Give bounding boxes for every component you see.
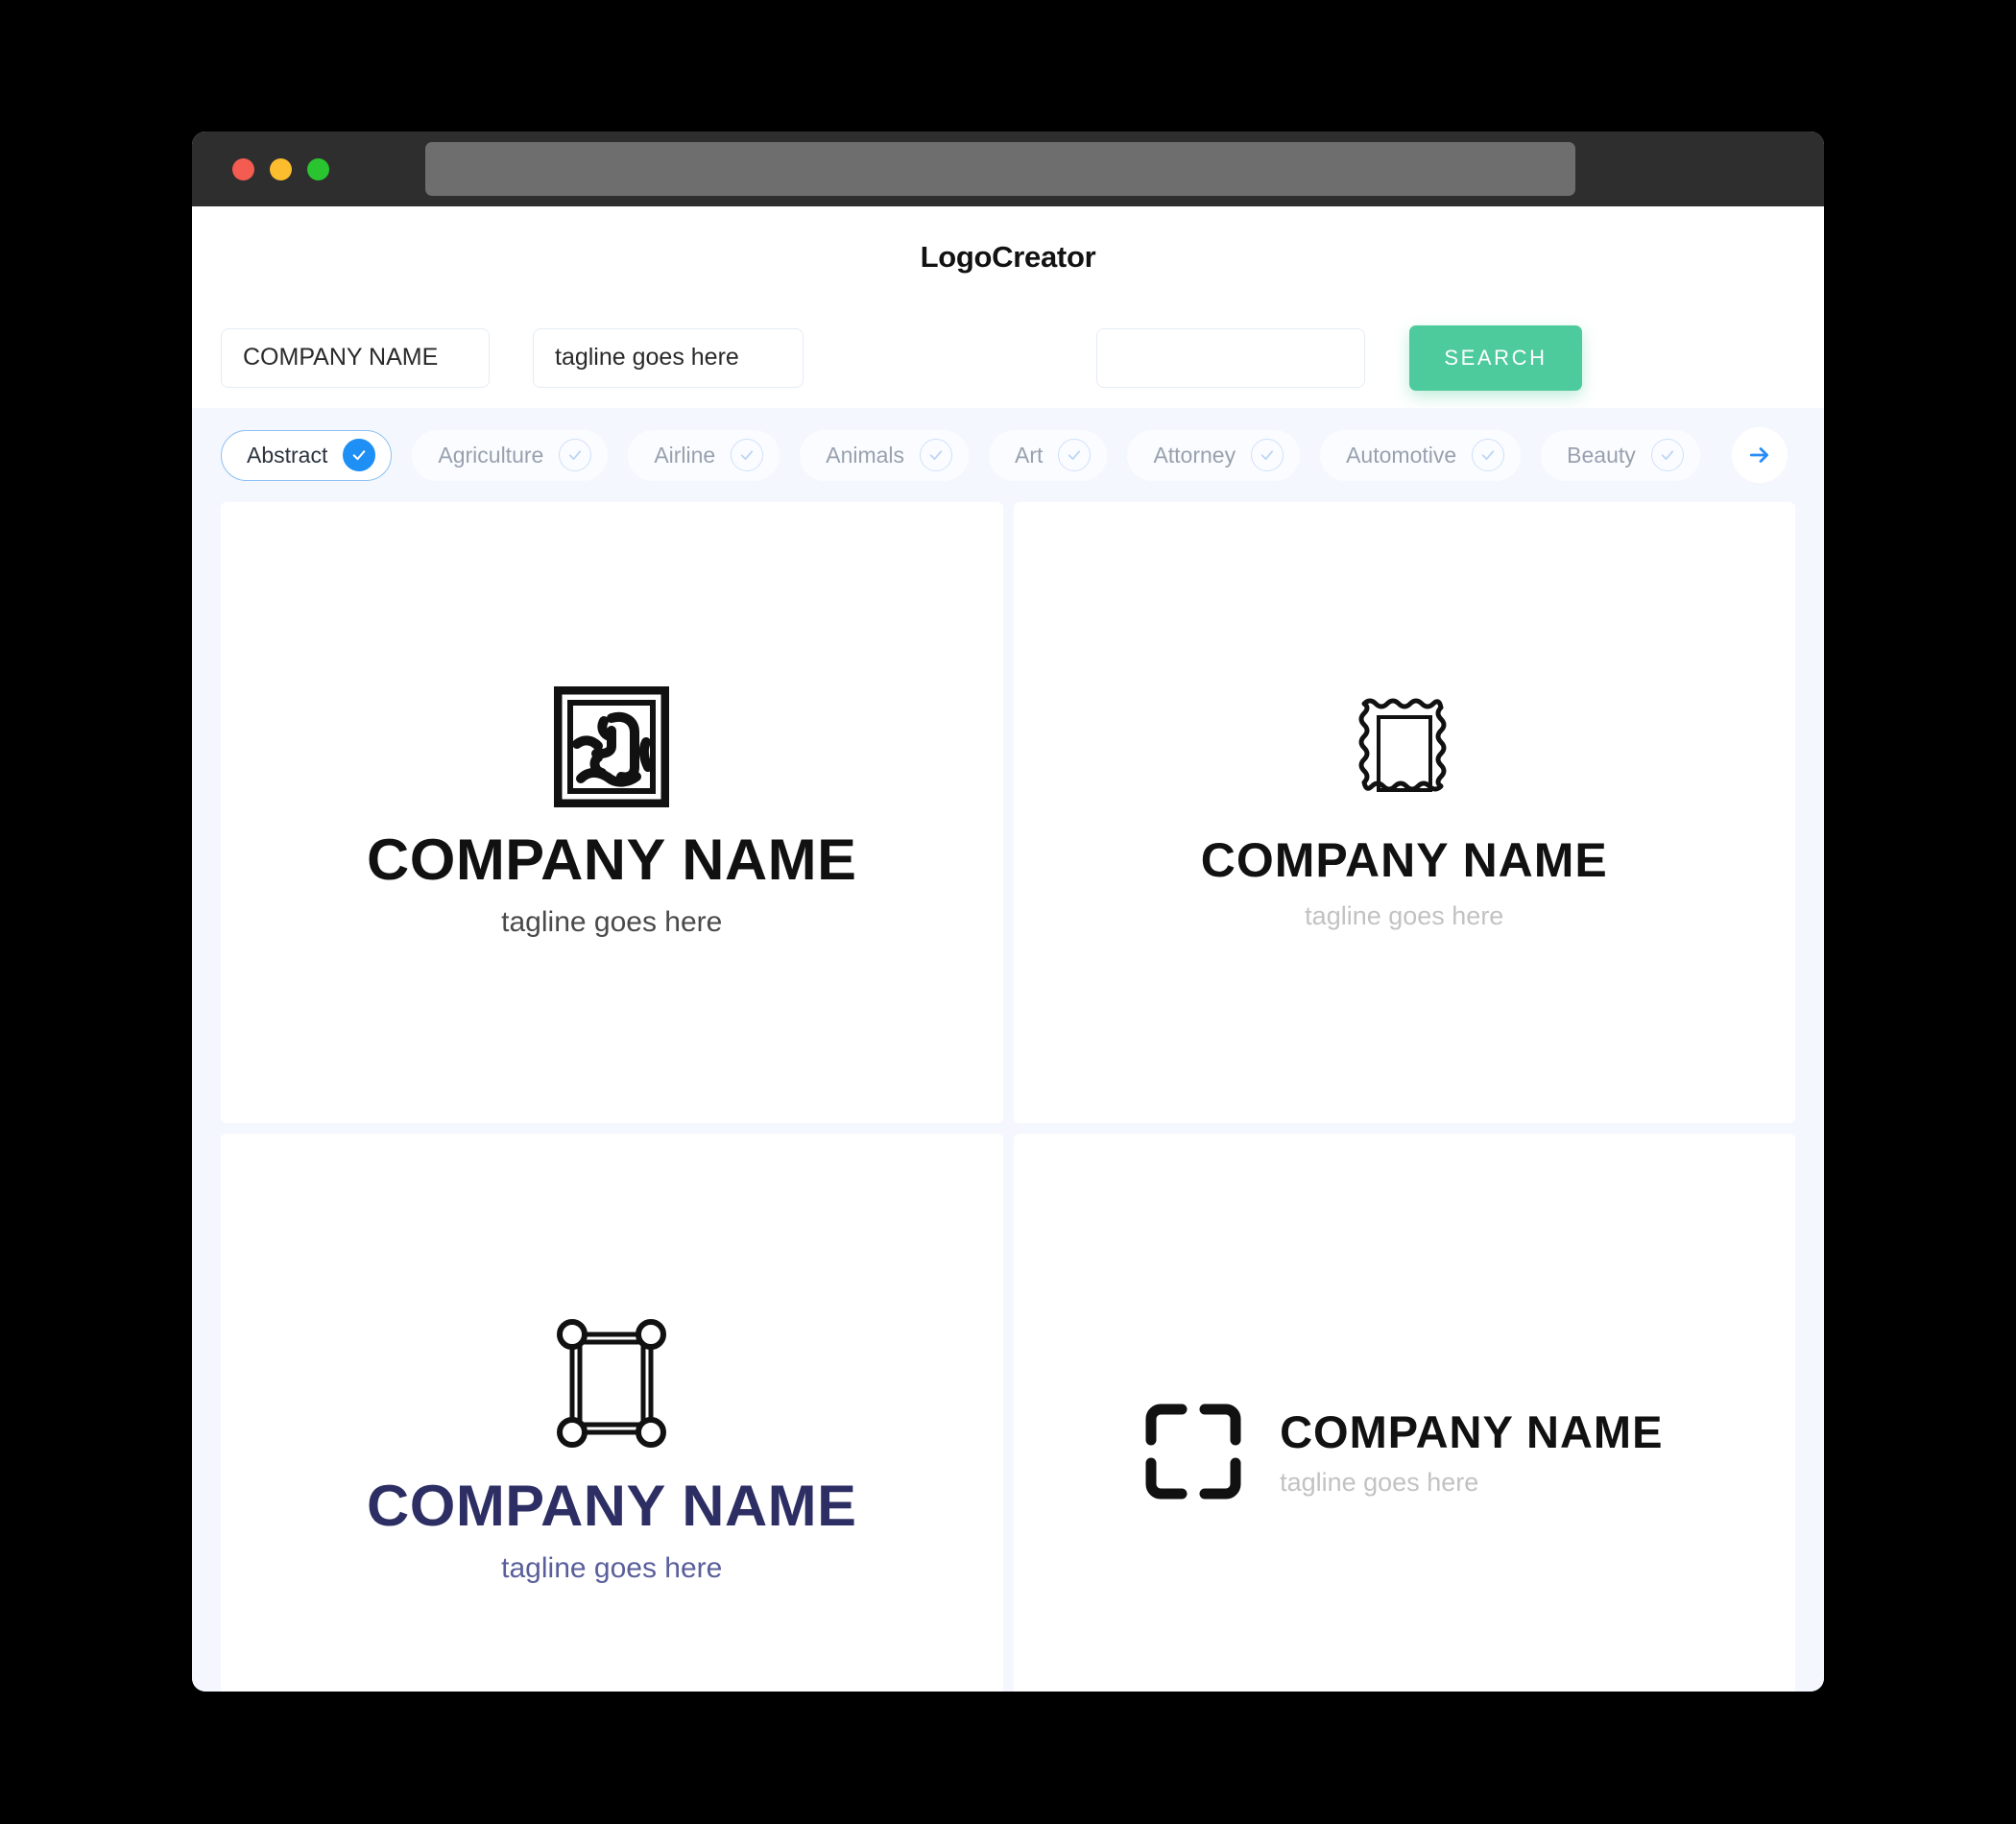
address-bar[interactable] [425,142,1575,196]
logo-company-name: COMPANY NAME [1280,1405,1664,1457]
logo-company-name: COMPANY NAME [1200,832,1608,887]
category-chip-agriculture[interactable]: Agriculture [412,429,609,481]
tagline-input[interactable] [533,327,804,388]
keyword-input[interactable] [1096,327,1365,388]
category-chip-label: Animals [826,442,905,468]
logo-tagline: tagline goes here [1280,1467,1479,1497]
logo-result-card[interactable]: COMPANY NAME tagline goes here [221,1133,1003,1692]
logo-result-card[interactable]: COMPANY NAME tagline goes here [1013,1133,1795,1692]
check-icon [559,439,592,471]
browser-titlebar [192,132,1824,206]
category-chip-automotive[interactable]: Automotive [1320,429,1522,481]
minimize-window-button[interactable] [270,157,292,180]
search-toolbar: SEARCH [192,307,1824,408]
check-icon [920,439,953,471]
page-title: LogoCreator [920,239,1096,274]
category-chip-beauty[interactable]: Beauty [1541,429,1700,481]
category-chip-label: Agriculture [438,442,544,468]
check-icon [1650,439,1684,471]
logo-result-card[interactable]: COMPANY NAME tagline goes here [1013,502,1795,1123]
focus-brackets-icon [1145,1404,1241,1500]
category-chip-label: Airline [654,442,716,468]
check-icon [731,439,764,471]
logo-result-card[interactable]: COMPANY NAME tagline goes here [221,502,1003,1123]
category-chip-label: Beauty [1567,442,1636,468]
search-button[interactable]: SEARCH [1409,324,1582,391]
category-chip-label: Art [1015,442,1044,468]
category-chip-airline[interactable]: Airline [628,429,780,481]
category-chip-label: Attorney [1153,442,1236,468]
next-categories-button[interactable] [1732,427,1788,483]
category-chip-list: Abstract Agriculture Airline Animals Art Atto… [221,429,1720,481]
company-name-input[interactable] [221,327,490,388]
framed-abstract-art-icon [554,685,670,807]
category-chip-label: Automotive [1346,442,1457,468]
close-window-button[interactable] [232,157,254,180]
wavy-picture-frame-icon [1357,694,1452,811]
check-icon [1472,439,1505,471]
browser-window: LogoCreator SEARCH Abstract Agriculture Ai… [192,132,1824,1692]
logo-tagline: tagline goes here [501,905,723,938]
check-icon [1251,439,1284,471]
check-icon [1058,439,1092,471]
category-chip-label: Abstract [247,442,328,468]
arrow-right-icon [1747,443,1772,468]
category-chip-animals[interactable]: Animals [800,429,970,481]
logo-tagline: tagline goes here [1305,900,1504,930]
logo-company-name: COMPANY NAME [366,1474,857,1539]
check-icon [343,439,376,471]
logo-company-name: COMPANY NAME [366,827,857,892]
maximize-window-button[interactable] [307,157,329,180]
app-header: LogoCreator [192,206,1824,307]
window-controls [232,157,329,180]
logo-results-grid: COMPANY NAME tagline goes here COMPANY N… [192,502,1824,1692]
category-filter-bar: Abstract Agriculture Airline Animals Art Atto… [192,408,1824,502]
logo-tagline: tagline goes here [501,1552,723,1585]
category-chip-abstract[interactable]: Abstract [221,429,393,481]
node-square-frame-icon [555,1317,668,1450]
category-chip-attorney[interactable]: Attorney [1127,429,1301,481]
category-chip-art[interactable]: Art [989,429,1108,481]
